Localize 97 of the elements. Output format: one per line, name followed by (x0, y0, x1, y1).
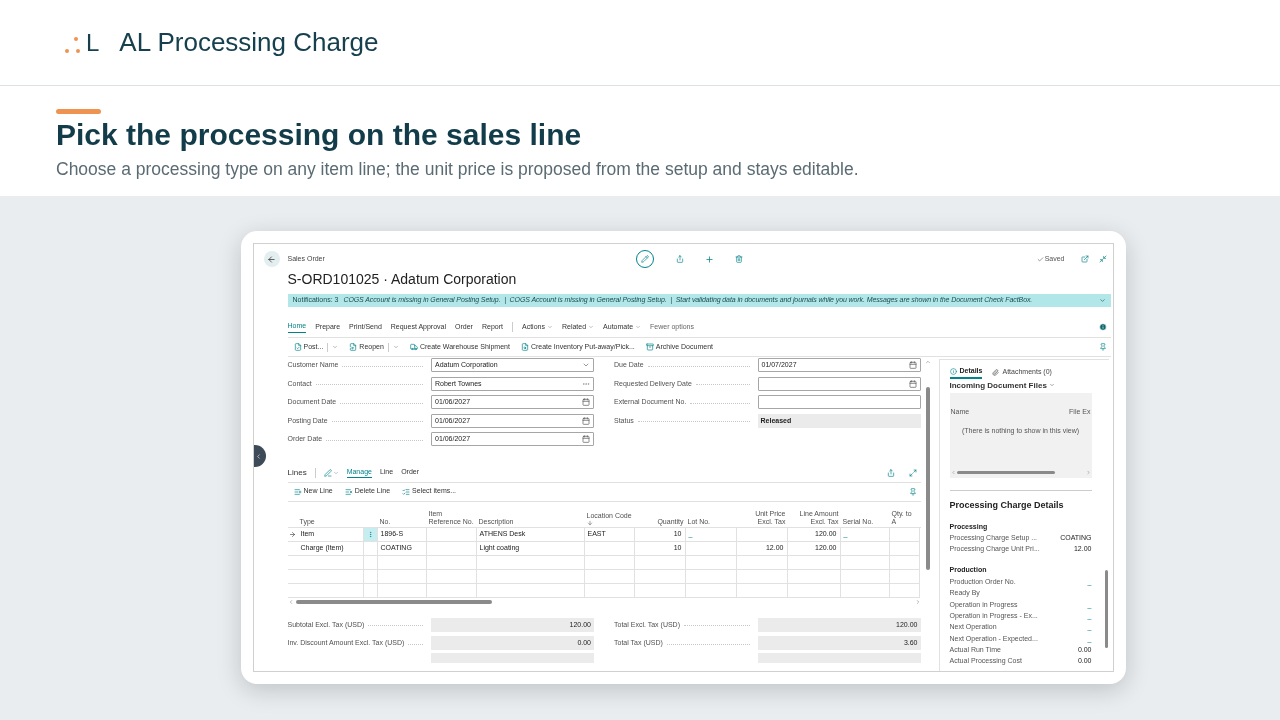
table-cell (634, 583, 686, 598)
table-cell (377, 555, 427, 570)
share-icon[interactable] (886, 468, 895, 477)
archive-icon (645, 343, 654, 351)
lines-title: Lines (287, 466, 307, 479)
table-cell (377, 569, 427, 584)
table-cell (297, 569, 364, 584)
table-cell (889, 583, 920, 598)
table-cell (426, 569, 477, 584)
table-cell (584, 569, 635, 584)
back-arrow-icon (267, 254, 276, 264)
table-cell (426, 555, 477, 570)
table-cell (685, 569, 737, 584)
edit-mode-icon[interactable] (323, 468, 332, 477)
document-check-icon (293, 343, 302, 351)
scroll-left-icon[interactable] (950, 469, 956, 475)
calendar-icon (908, 361, 917, 370)
scroll-right-icon[interactable] (914, 598, 921, 605)
back-button[interactable] (263, 251, 280, 267)
calendar-icon (582, 435, 590, 444)
collapse-handle[interactable] (253, 445, 266, 467)
table-cell (736, 555, 788, 570)
expand-icon[interactable] (1098, 297, 1106, 304)
details-title: Processing Charge Details (949, 499, 1065, 512)
table-cell (426, 541, 477, 556)
chevron-left-icon (254, 452, 262, 460)
list-check-icon (402, 487, 411, 496)
calendar-icon (582, 416, 590, 425)
check-icon (1036, 255, 1044, 263)
table-cell (840, 569, 890, 584)
record-title: S-ORD101025 · Adatum Corporation (287, 270, 518, 288)
table-cell (840, 583, 890, 598)
date-field[interactable] (757, 376, 921, 391)
truck-icon (409, 343, 418, 351)
info-icon (949, 367, 957, 375)
table-cell (634, 569, 686, 584)
table-cell (584, 583, 635, 598)
factbox-section-title: Incoming Document Files (949, 380, 1047, 390)
table-cell (584, 541, 635, 556)
table-cell (685, 555, 737, 570)
vertical-scrollbar[interactable] (925, 387, 930, 570)
pin-icon[interactable] (908, 487, 917, 496)
logo-letter: L (86, 30, 100, 55)
page-title: AL Processing Charge (119, 26, 379, 59)
table-cell (736, 583, 788, 598)
table-cell (889, 555, 920, 570)
vertical-scrollbar[interactable] (1104, 570, 1108, 648)
delete-icon[interactable] (734, 255, 743, 263)
list-plus-icon (293, 487, 302, 496)
table-cell (787, 583, 841, 598)
chevron-down-icon (1048, 382, 1055, 388)
arrow-right-icon (289, 530, 296, 538)
scroll-left-icon[interactable] (287, 598, 294, 605)
table-cell (426, 583, 477, 598)
table-cell (377, 583, 427, 598)
table-cell (787, 569, 841, 584)
accent-bar (56, 109, 101, 114)
table-cell (363, 583, 378, 598)
paperclip-icon (992, 368, 1000, 376)
table-cell (685, 583, 737, 598)
chevron-down-icon (588, 324, 595, 330)
chevron-down-icon[interactable] (332, 469, 339, 476)
table-cell (297, 583, 364, 598)
horizontal-scrollbar[interactable] (295, 599, 492, 604)
table-cell (363, 569, 378, 584)
document-search-icon (520, 343, 529, 351)
document-arrow-icon (349, 343, 358, 351)
table-cell (736, 569, 788, 584)
split-chevron-icon[interactable] (392, 344, 399, 350)
share-icon[interactable] (675, 255, 684, 263)
scroll-right-icon[interactable] (1085, 469, 1091, 475)
table-cell (889, 569, 920, 584)
section-heading: Pick the processing on the sales line (56, 117, 583, 153)
add-icon[interactable] (704, 254, 714, 264)
scroll-up-icon[interactable] (924, 359, 931, 365)
calendar-icon (582, 398, 590, 407)
table-cell (634, 555, 686, 570)
table-cell (840, 555, 890, 570)
list-remove-icon (344, 487, 353, 496)
table-cell (889, 541, 920, 556)
horizontal-scrollbar[interactable] (956, 470, 1055, 474)
expand-icon[interactable] (908, 468, 917, 477)
table-cell (297, 555, 364, 570)
table-cell (363, 555, 378, 570)
input-field[interactable] (757, 395, 921, 410)
split-chevron-icon[interactable] (332, 344, 339, 350)
section-description: Choose a processing type on any item line; the unit price is proposed from the setup and stays editable. (56, 158, 860, 181)
chevron-down-icon (635, 324, 642, 330)
collapse-icon[interactable] (1098, 255, 1107, 263)
pencil-icon (640, 255, 649, 263)
chevron-down-icon (546, 324, 553, 330)
table-cell (584, 555, 635, 570)
pin-icon[interactable] (1098, 343, 1107, 351)
calendar-icon (908, 379, 917, 388)
table-cell (787, 555, 841, 570)
open-new-window-icon[interactable] (1080, 255, 1089, 263)
info-icon[interactable] (1098, 323, 1107, 331)
